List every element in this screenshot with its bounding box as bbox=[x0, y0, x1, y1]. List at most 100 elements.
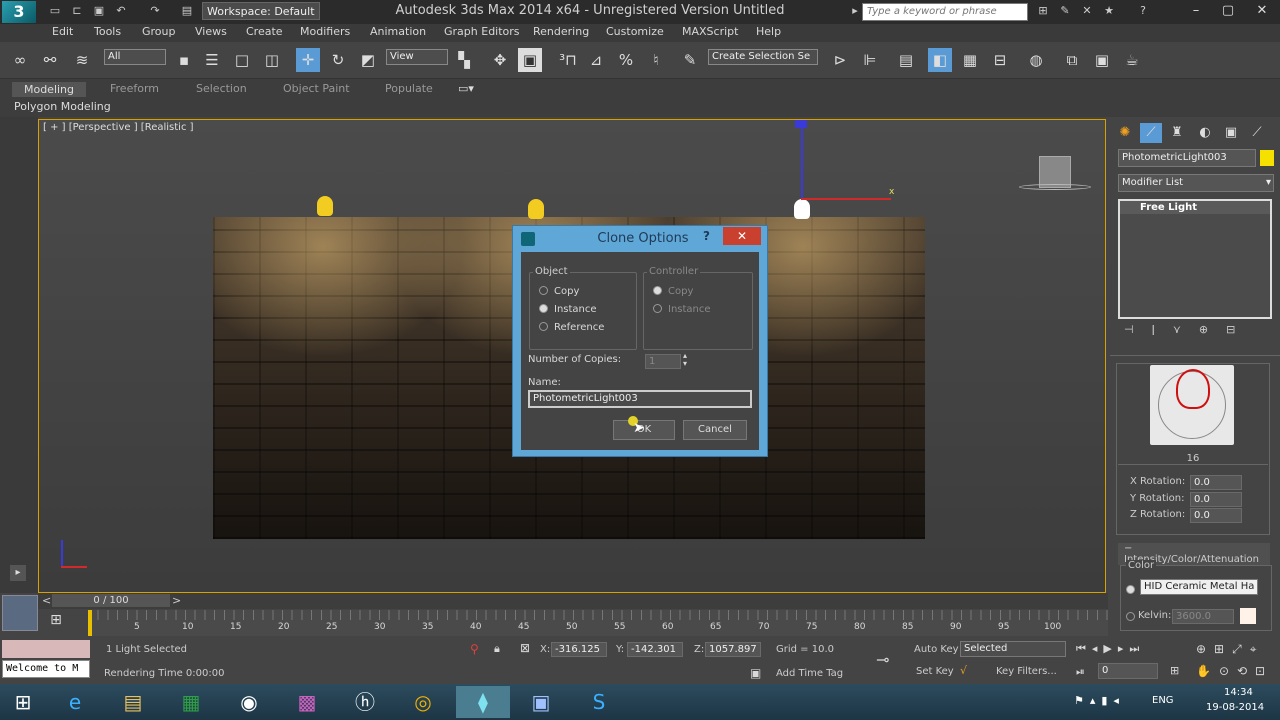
selection-filter-dropdown[interactable]: All bbox=[104, 49, 166, 65]
key-filters-button[interactable]: Key Filters... bbox=[996, 666, 1057, 677]
object-instance-radio[interactable]: Instance bbox=[539, 304, 597, 315]
ribbon-tab-object-paint[interactable]: Object Paint bbox=[283, 82, 350, 95]
save-app-icon[interactable]: ▣ bbox=[514, 686, 568, 718]
open-icon[interactable]: ⊏ bbox=[70, 4, 84, 18]
menu-customize[interactable]: Customize bbox=[606, 25, 664, 38]
select-and-move-icon[interactable]: ✛ bbox=[296, 48, 320, 72]
ribbon-tab-populate[interactable]: Populate bbox=[385, 82, 433, 95]
selection-lock-icon[interactable]: 🔒︎ bbox=[494, 642, 500, 656]
menu-create[interactable]: Create bbox=[246, 25, 283, 38]
y-coordinate-field[interactable]: -142.301 bbox=[627, 642, 683, 657]
time-slider[interactable]: < 0 / 100 > bbox=[38, 593, 1108, 609]
rendered-frame-window-icon[interactable]: ▣ bbox=[1090, 48, 1114, 72]
select-object-icon[interactable]: ▪ bbox=[172, 48, 196, 72]
current-frame-field[interactable]: 0 bbox=[1098, 663, 1158, 679]
clone-name-input[interactable]: PhotometricLight003 bbox=[528, 390, 752, 408]
align-icon[interactable]: ⊫ bbox=[858, 48, 882, 72]
time-marker[interactable] bbox=[88, 610, 92, 636]
modifier-list-dropdown[interactable]: Modifier List ▾ bbox=[1118, 174, 1274, 192]
clock-date[interactable]: 19-08-2014 bbox=[1206, 702, 1264, 713]
binoculars-icon[interactable]: ⊞ bbox=[1036, 4, 1050, 18]
time-slider-prev-icon[interactable]: < bbox=[42, 594, 51, 607]
key-icon[interactable]: ⊸ bbox=[876, 650, 889, 669]
redo-icon[interactable]: ↷ bbox=[148, 4, 162, 18]
reference-coordinate-dropdown[interactable]: View bbox=[386, 49, 448, 65]
maxscript-output[interactable] bbox=[2, 640, 90, 658]
ribbon-tab-freeform[interactable]: Freeform bbox=[110, 82, 159, 95]
camera-app-icon[interactable]: ◉ bbox=[222, 686, 276, 718]
move-gizmo-z-arrow[interactable] bbox=[795, 120, 807, 128]
new-icon[interactable]: ▭ bbox=[48, 4, 62, 18]
undo-icon[interactable]: ↶ bbox=[114, 4, 128, 18]
menu-group[interactable]: Group bbox=[142, 25, 176, 38]
help-icon[interactable]: ? bbox=[1136, 4, 1150, 18]
ribbon-options-icon[interactable]: ▭▾ bbox=[458, 82, 474, 95]
material-editor-icon[interactable]: ◍ bbox=[1024, 48, 1048, 72]
set-key-button[interactable]: Set Key bbox=[916, 666, 954, 677]
start-button-icon[interactable]: ⊞ bbox=[0, 686, 46, 718]
ribbon-tab-modeling[interactable]: Modeling bbox=[12, 82, 86, 97]
ribbon-panel-label[interactable]: Polygon Modeling bbox=[14, 100, 111, 113]
key-mode-toggle-icon[interactable]: ⏯ bbox=[1076, 665, 1085, 679]
minimize-button[interactable]: – bbox=[1180, 0, 1212, 22]
object-copy-radio[interactable]: Copy bbox=[539, 286, 579, 297]
key-mode-dropdown[interactable]: Selected bbox=[960, 641, 1066, 657]
3ds-max-taskbar-icon[interactable]: ⧫ bbox=[456, 686, 510, 718]
menu-graph-editors[interactable]: Graph Editors bbox=[444, 25, 520, 38]
dialog-close-button[interactable]: ✕ bbox=[723, 227, 761, 245]
color-preset-dropdown[interactable]: HID Ceramic Metal Ha bbox=[1140, 579, 1258, 595]
copies-spinner[interactable]: 1 bbox=[645, 354, 681, 369]
save-icon[interactable]: ▣ bbox=[92, 4, 106, 18]
menu-edit[interactable]: Edit bbox=[52, 25, 73, 38]
copies-spinner-arrows[interactable]: ▴ ▾ bbox=[683, 352, 687, 368]
x-rotation-spinner[interactable]: 0.0 bbox=[1190, 475, 1242, 490]
communication-icon[interactable]: ✕ bbox=[1080, 4, 1094, 18]
close-button[interactable]: ✕ bbox=[1244, 0, 1280, 22]
create-tab-icon[interactable]: ✺ bbox=[1114, 123, 1136, 143]
auto-key-button[interactable]: Auto Key bbox=[914, 644, 959, 655]
utilities-tab-icon[interactable]: ⟋ bbox=[1246, 123, 1268, 143]
stack-controls[interactable]: ⊣ǀ⋎⊕⊟ bbox=[1124, 323, 1253, 336]
excel-icon[interactable]: ▦ bbox=[164, 686, 218, 718]
time-tag-icon[interactable]: ▣ bbox=[750, 666, 761, 680]
project-folder-icon[interactable]: ▤ bbox=[180, 4, 194, 18]
cancel-button[interactable]: Cancel bbox=[683, 420, 747, 440]
search-input[interactable]: Type a keyword or phrase bbox=[862, 3, 1028, 21]
system-tray-icons[interactable]: ⚑▴▮◂ bbox=[1074, 694, 1125, 707]
display-tab-icon[interactable]: ▣ bbox=[1220, 123, 1242, 143]
language-indicator[interactable]: ENG bbox=[1152, 695, 1174, 706]
expand-track-bar-icon[interactable]: ▸ bbox=[10, 565, 26, 581]
dialog-help-button[interactable]: ? bbox=[703, 229, 710, 243]
favorites-icon[interactable]: ★ bbox=[1102, 4, 1116, 18]
playback-controls[interactable]: ⏮◂▶▸⏭ bbox=[1076, 642, 1145, 656]
viewport-navigation-controls-2[interactable]: ✋⊙⟲⊡ bbox=[1196, 664, 1273, 678]
manipulate-icon[interactable]: ✥ bbox=[488, 48, 512, 72]
track-bar-filter-icon[interactable]: ⊞ bbox=[40, 612, 72, 634]
y-rotation-spinner[interactable]: 0.0 bbox=[1190, 492, 1242, 507]
render-setup-icon[interactable]: ⧉ bbox=[1060, 48, 1084, 72]
color-preset-radio[interactable] bbox=[1126, 583, 1141, 596]
viewport-navigation-controls[interactable]: ⊕⊞⤢⌖ bbox=[1196, 642, 1264, 657]
unlink-icon[interactable]: ⚯ bbox=[38, 48, 62, 72]
file-explorer-icon[interactable]: ▤ bbox=[106, 686, 160, 718]
move-gizmo-x-axis[interactable] bbox=[801, 198, 891, 200]
skype-icon[interactable]: S bbox=[572, 686, 626, 718]
controller-copy-radio[interactable]: Copy bbox=[653, 286, 693, 297]
kelvin-spinner[interactable]: 3600.0 bbox=[1172, 609, 1234, 624]
internet-explorer-icon[interactable]: e bbox=[48, 686, 102, 718]
z-coordinate-field[interactable]: 1057.897 bbox=[705, 642, 761, 657]
absolute-mode-icon[interactable]: ⊠ bbox=[520, 641, 530, 655]
spinner-snap-icon[interactable]: ♮ bbox=[644, 48, 668, 72]
bind-space-warp-icon[interactable]: ≋ bbox=[70, 48, 94, 72]
menu-modifiers[interactable]: Modifiers bbox=[300, 25, 350, 38]
maximize-button[interactable]: ▢ bbox=[1212, 0, 1244, 22]
subscription-icon[interactable]: ✎ bbox=[1058, 4, 1072, 18]
snaps-toggle-icon[interactable]: ³⊓ bbox=[556, 48, 580, 72]
workspace-dropdown[interactable]: Workspace: Default bbox=[202, 2, 320, 20]
menu-animation[interactable]: Animation bbox=[370, 25, 426, 38]
select-by-name-icon[interactable]: ☰ bbox=[200, 48, 224, 72]
layer-manager-icon[interactable]: ◧ bbox=[928, 48, 952, 72]
percent-snap-icon[interactable]: % bbox=[614, 48, 638, 72]
set-keys-icon[interactable]: √ bbox=[960, 664, 967, 677]
object-name-field[interactable]: PhotometricLight003 bbox=[1118, 149, 1256, 167]
